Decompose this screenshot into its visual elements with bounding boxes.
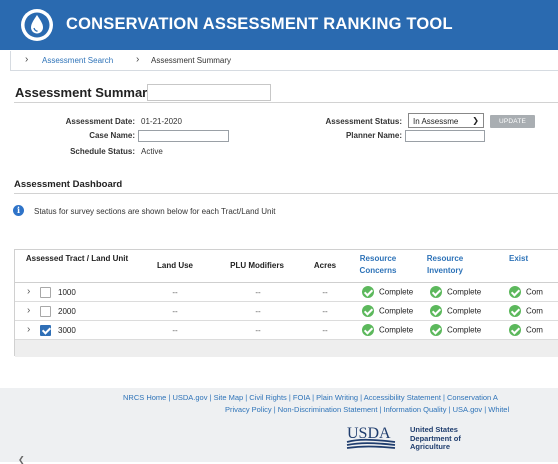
app-title: CONSERVATION ASSESSMENT RANKING TOOL bbox=[66, 15, 453, 33]
existing-practices-status: Com bbox=[509, 286, 543, 298]
column-existing-practices[interactable]: Exist Practi bbox=[485, 253, 558, 265]
table-row[interactable]: › 2000 -- -- -- Complete Complete Com bbox=[15, 302, 558, 321]
check-circle-icon bbox=[509, 324, 521, 336]
chevron-right-icon: › bbox=[25, 54, 29, 65]
scroll-left-icon[interactable]: ❮ bbox=[18, 455, 25, 464]
status-text: Com bbox=[526, 325, 543, 335]
water-drop-icon[interactable] bbox=[21, 9, 53, 41]
assessment-table: Assessed Tract / Land Unit Land Use PLU … bbox=[14, 249, 558, 357]
row-checkbox[interactable] bbox=[40, 306, 51, 317]
resource-inventory-status: Complete bbox=[430, 286, 481, 298]
table-header: Assessed Tract / Land Unit Land Use PLU … bbox=[15, 250, 558, 283]
status-text: Complete bbox=[447, 306, 482, 316]
plu-modifiers-value: -- bbox=[255, 288, 261, 297]
check-circle-icon bbox=[509, 305, 521, 317]
resource-inventory-status: Complete bbox=[430, 305, 481, 317]
resource-concerns-status: Complete bbox=[362, 286, 413, 298]
status-text: Complete bbox=[379, 306, 414, 316]
status-text: Complete bbox=[447, 287, 482, 297]
usda-name: United States Department of Agriculture bbox=[410, 425, 461, 452]
plu-modifiers-value: -- bbox=[255, 307, 261, 316]
usda-name-line: Agriculture bbox=[410, 442, 451, 451]
status-text: Complete bbox=[447, 325, 482, 335]
footer-links-secondary[interactable]: Privacy Policy | Non-Discrimination Stat… bbox=[225, 405, 509, 414]
divider bbox=[14, 193, 558, 194]
status-text: Com bbox=[526, 306, 543, 316]
expand-chevron-icon[interactable]: › bbox=[27, 286, 30, 297]
schedule-status-value: Active bbox=[141, 147, 163, 156]
resource-inventory-status: Complete bbox=[430, 324, 481, 336]
status-text: Com bbox=[526, 287, 543, 297]
table-row[interactable]: › 3000 -- -- -- Complete Complete Com bbox=[15, 321, 558, 340]
plu-modifiers-value: -- bbox=[255, 326, 261, 335]
planner-name-input[interactable] bbox=[405, 130, 485, 142]
existing-practices-status: Com bbox=[509, 324, 543, 336]
land-use-value: -- bbox=[172, 326, 178, 335]
tract-id: 1000 bbox=[58, 288, 76, 297]
tract-id: 3000 bbox=[58, 326, 76, 335]
divider bbox=[14, 102, 558, 103]
case-name-input[interactable] bbox=[138, 130, 229, 142]
page-title: Assessment Summary: bbox=[15, 85, 159, 100]
expand-chevron-icon[interactable]: › bbox=[27, 305, 30, 316]
info-icon: i bbox=[13, 205, 24, 216]
existing-practices-status: Com bbox=[509, 305, 543, 317]
schedule-status-label: Schedule Status: bbox=[70, 147, 135, 156]
expand-chevron-icon[interactable]: › bbox=[27, 324, 30, 335]
resource-concerns-status: Complete bbox=[362, 324, 413, 336]
case-name-label: Case Name: bbox=[89, 131, 135, 140]
column-resource-inventory[interactable]: Resource Inventory bbox=[416, 253, 474, 277]
planner-name-label: Planner Name: bbox=[345, 131, 402, 140]
breadcrumb: › Assessment Search › Assessment Summary bbox=[10, 51, 558, 71]
column-plu-modifiers[interactable]: PLU Modifiers bbox=[211, 260, 303, 272]
row-checkbox[interactable] bbox=[40, 325, 51, 336]
chevron-right-icon: › bbox=[136, 54, 140, 65]
usda-logo[interactable]: USDA bbox=[346, 423, 396, 451]
check-circle-icon bbox=[509, 286, 521, 298]
info-message: Status for survey sections are shown bel… bbox=[34, 207, 276, 216]
assessment-status-value: In Assessme bbox=[413, 117, 459, 126]
acres-value: -- bbox=[322, 326, 328, 335]
dashboard-title: Assessment Dashboard bbox=[14, 179, 123, 190]
assessment-status-select[interactable]: In Assessme ❯ bbox=[408, 113, 484, 128]
table-footer bbox=[15, 340, 558, 357]
status-text: Complete bbox=[379, 287, 414, 297]
chevron-down-icon: ❯ bbox=[472, 116, 479, 125]
land-use-value: -- bbox=[172, 288, 178, 297]
column-resource-concerns[interactable]: Resource Concerns bbox=[349, 253, 407, 277]
row-checkbox[interactable] bbox=[40, 287, 51, 298]
check-circle-icon bbox=[362, 324, 374, 336]
check-circle-icon bbox=[362, 286, 374, 298]
assessment-summary-input[interactable] bbox=[147, 84, 271, 101]
check-circle-icon bbox=[430, 324, 442, 336]
assessment-date-value: 01-21-2020 bbox=[141, 117, 182, 126]
column-land-use[interactable]: Land Use bbox=[137, 260, 213, 272]
column-acres[interactable]: Acres bbox=[297, 260, 353, 272]
table-row[interactable]: › 1000 -- -- -- Complete Complete Com bbox=[15, 283, 558, 302]
breadcrumb-link-assessment-search[interactable]: Assessment Search bbox=[42, 56, 113, 65]
check-circle-icon bbox=[362, 305, 374, 317]
breadcrumb-current: Assessment Summary bbox=[151, 56, 232, 65]
column-assessed-tract[interactable]: Assessed Tract / Land Unit bbox=[23, 253, 131, 265]
resource-concerns-status: Complete bbox=[362, 305, 413, 317]
app-header: CONSERVATION ASSESSMENT RANKING TOOL bbox=[0, 0, 558, 50]
land-use-value: -- bbox=[172, 307, 178, 316]
footer-links[interactable]: NRCS Home | USDA.gov | Site Map | Civil … bbox=[123, 393, 498, 402]
assessment-date-label: Assessment Date: bbox=[65, 117, 135, 126]
update-button[interactable]: UPDATE bbox=[490, 115, 535, 128]
check-circle-icon bbox=[430, 286, 442, 298]
acres-value: -- bbox=[322, 288, 328, 297]
tract-id: 2000 bbox=[58, 307, 76, 316]
assessment-status-label: Assessment Status: bbox=[325, 117, 402, 126]
acres-value: -- bbox=[322, 307, 328, 316]
check-circle-icon bbox=[430, 305, 442, 317]
status-text: Complete bbox=[379, 325, 414, 335]
